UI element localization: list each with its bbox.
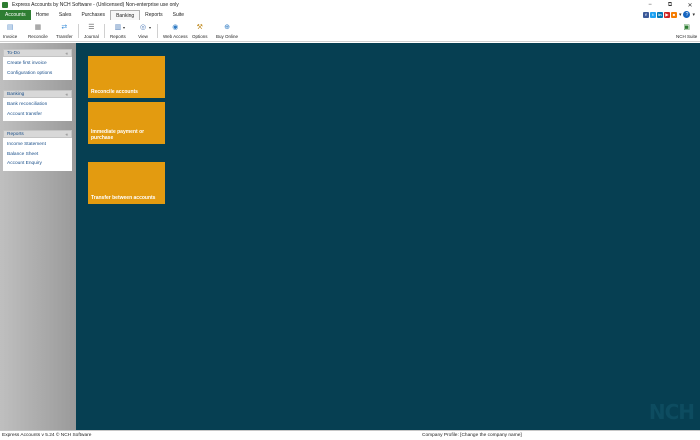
reconcile-accounts-tile[interactable]: Reconcile accounts — [88, 56, 165, 98]
view-icon: ◎ — [139, 24, 147, 31]
todo-panel-title: To-Do — [7, 50, 20, 56]
reconcile-accounts-label: Reconcile accounts — [91, 89, 138, 95]
reports-dropdown-icon[interactable]: ▾ — [123, 25, 125, 30]
menu-sales[interactable]: Sales — [54, 10, 77, 20]
account-transfer-link[interactable]: Account transfer — [7, 110, 68, 120]
todo-panel-body: Create first invoice Configuration optio… — [3, 57, 72, 80]
buy-online-icon: ⊕ — [224, 24, 230, 31]
linkedin-icon[interactable]: in — [656, 11, 663, 18]
social-links: f t in ▶ ■ ▾ ? ▾ — [642, 11, 696, 18]
reports-panel-body: Income Statement Balance Sheet Account E… — [3, 138, 72, 171]
web-access-button[interactable]: ◉ Web Access — [163, 21, 188, 41]
buy-online-button[interactable]: ⊕ Buy Online — [216, 21, 238, 41]
options-button[interactable]: ⚒ Options — [192, 21, 208, 41]
banking-panel-body: Bank reconciliation Account transfer — [3, 98, 72, 121]
immediate-payment-tile[interactable]: Immediate payment or purchase — [88, 102, 165, 144]
status-bar: Express Accounts v 5.24 © NCH Software C… — [0, 430, 700, 440]
menu-banking[interactable]: Banking — [110, 10, 141, 20]
sidebar: To-Do « Create first invoice Configurati… — [0, 43, 76, 430]
reports-button[interactable]: ▥ Reports — [110, 21, 126, 41]
reconcile-icon: ▦ — [34, 24, 42, 31]
options-icon: ⚒ — [196, 24, 203, 31]
menu-accounts[interactable]: Accounts — [0, 10, 31, 20]
company-profile-status[interactable]: Company Profile: [Change the company nam… — [422, 433, 522, 438]
window-title: Express Accounts by NCH Software - (Unli… — [12, 2, 179, 8]
app-logo-icon — [2, 2, 8, 8]
reports-panel-title: Reports — [7, 131, 24, 137]
help-icon[interactable]: ? — [683, 11, 691, 18]
toolbar: ▤ Invoice ▦ Reconcile ⇄ Transfer ☰ Journ… — [0, 20, 700, 42]
create-first-invoice-link[interactable]: Create first invoice — [7, 59, 68, 69]
balance-sheet-link[interactable]: Balance Sheet — [7, 150, 68, 160]
nch-suite-button[interactable]: ▣ NCH Suite — [676, 21, 697, 41]
nch-suite-label: NCH Suite — [676, 34, 698, 39]
banking-panel-header[interactable]: Banking « — [3, 90, 72, 98]
web-access-label: Web Access — [163, 34, 188, 39]
toolbar-separator — [78, 24, 79, 38]
collapse-icon[interactable]: « — [65, 132, 68, 137]
transfer-label: Transfer — [56, 34, 73, 39]
transfer-between-accounts-tile[interactable]: Transfer between accounts — [88, 162, 165, 204]
minimize-button[interactable]: − — [640, 0, 660, 10]
window-controls: − ⧉ ✕ — [640, 0, 700, 10]
twitter-icon[interactable]: t — [649, 11, 656, 18]
feed-icon[interactable]: ■ — [670, 11, 677, 18]
reports-panel: Reports « Income Statement Balance Sheet… — [3, 130, 72, 171]
close-button[interactable]: ✕ — [680, 0, 700, 10]
menu-purchases[interactable]: Purchases — [76, 10, 110, 20]
reports-icon: ▥ — [114, 24, 122, 31]
journal-label: Journal — [84, 34, 99, 39]
nch-watermark-logo: NCH — [648, 400, 695, 424]
invoice-icon: ▤ — [6, 24, 14, 31]
view-label: View — [138, 34, 148, 39]
reports-panel-header[interactable]: Reports « — [3, 130, 72, 138]
todo-panel-header[interactable]: To-Do « — [3, 49, 72, 57]
income-statement-link[interactable]: Income Statement — [7, 140, 68, 150]
banking-panel-title: Banking — [7, 91, 25, 97]
toolbar-separator — [157, 24, 158, 38]
immediate-payment-label: Immediate payment or purchase — [91, 129, 145, 141]
reconcile-button[interactable]: ▦ Reconcile — [28, 21, 48, 41]
invoice-button[interactable]: ▤ Invoice — [3, 21, 17, 41]
main-content: Reconcile accounts Immediate payment or … — [76, 43, 700, 430]
maximize-button[interactable]: ⧉ — [660, 0, 680, 10]
journal-button[interactable]: ☰ Journal — [84, 21, 99, 41]
menu-bar: Accounts Home Sales Purchases Banking Re… — [0, 10, 700, 20]
options-label: Options — [192, 34, 208, 39]
bank-reconciliation-link[interactable]: Bank reconciliation — [7, 100, 68, 110]
banking-panel: Banking « Bank reconciliation Account tr… — [3, 90, 72, 121]
collapse-icon[interactable]: « — [65, 51, 68, 56]
view-dropdown-icon[interactable]: ▾ — [149, 25, 151, 30]
menu-reports[interactable]: Reports — [140, 10, 168, 20]
transfer-between-accounts-label: Transfer between accounts — [91, 195, 156, 201]
nch-suite-icon: ▣ — [683, 24, 690, 31]
menu-home[interactable]: Home — [31, 10, 54, 20]
collapse-icon[interactable]: « — [65, 92, 68, 97]
youtube-icon[interactable]: ▶ — [663, 11, 670, 18]
reconcile-label: Reconcile — [28, 34, 48, 39]
social-dropdown-icon[interactable]: ▾ — [679, 12, 682, 18]
menu-suite[interactable]: Suite — [168, 10, 189, 20]
web-access-icon: ◉ — [172, 24, 179, 31]
journal-icon: ☰ — [88, 24, 95, 31]
reports-label: Reports — [110, 34, 126, 39]
transfer-icon: ⇄ — [61, 24, 68, 31]
transfer-button[interactable]: ⇄ Transfer — [56, 21, 73, 41]
buy-online-label: Buy Online — [216, 34, 239, 39]
configuration-options-link[interactable]: Configuration options — [7, 69, 68, 79]
toolbar-separator — [104, 24, 105, 38]
view-button[interactable]: ◎ View — [138, 21, 148, 41]
todo-panel: To-Do « Create first invoice Configurati… — [3, 49, 72, 80]
version-status: Express Accounts v 5.24 © NCH Software — [2, 433, 92, 438]
account-enquiry-link[interactable]: Account Enquiry — [7, 159, 68, 169]
help-dropdown-icon[interactable]: ▾ — [692, 12, 695, 18]
invoice-label: Invoice — [3, 34, 18, 39]
facebook-icon[interactable]: f — [642, 11, 649, 18]
title-bar: Express Accounts by NCH Software - (Unli… — [0, 0, 700, 10]
